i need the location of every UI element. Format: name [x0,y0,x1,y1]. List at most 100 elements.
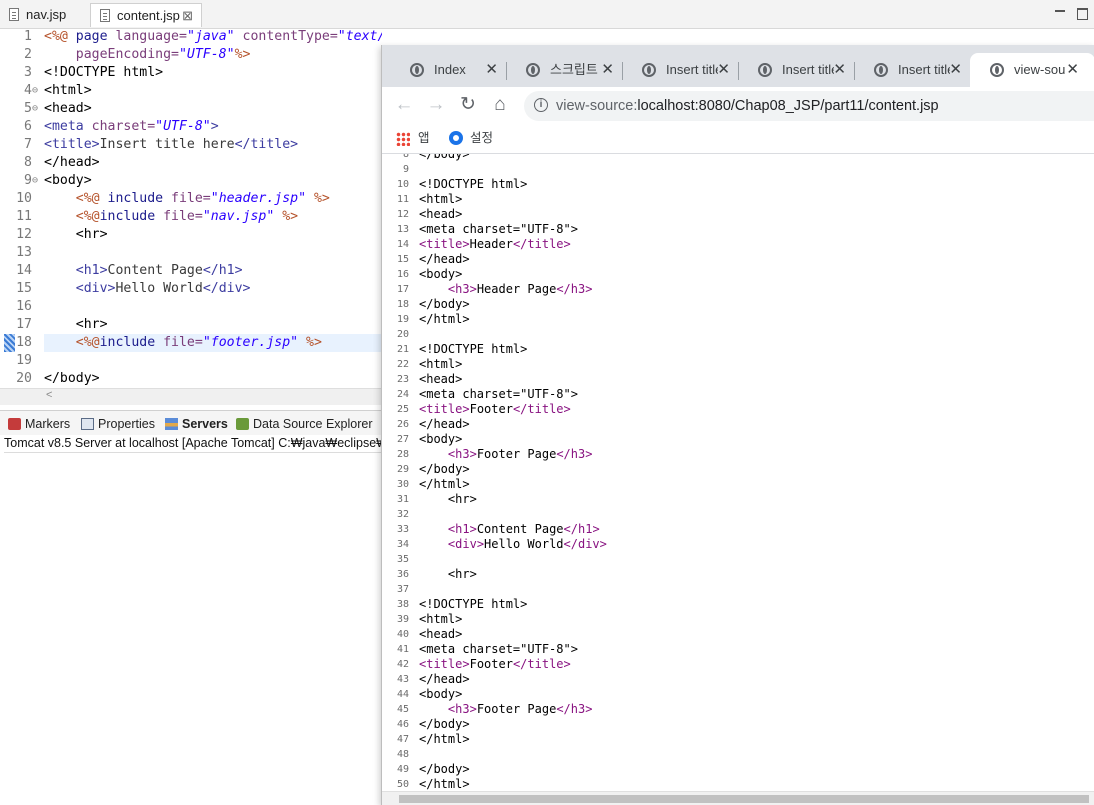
maximize-button[interactable] [1077,8,1088,20]
source-line-number: 15 [396,254,409,265]
source-line-code: <body> [419,267,463,281]
source-line-number: 36 [396,569,409,580]
source-line-number: 27 [396,434,409,445]
fold-icon[interactable]: ⊖ [32,172,38,190]
source-line-code: <html> [419,192,463,206]
line-number: 14 [16,263,32,278]
source-line-number: 47 [396,734,409,745]
server-status-line[interactable]: Tomcat v8.5 Server at localhost [Apache … [4,434,382,453]
source-line-number: 37 [396,584,409,595]
view-source-content[interactable]: 8 </body> 9 10 <!DOCTYPE html> 11 <html> 12 <hea… [382,154,1094,791]
tab-servers[interactable]: Servers [162,415,228,433]
source-line-code: </head> [419,252,470,266]
source-line-number: 33 [396,524,409,535]
close-tab-icon[interactable]: ✕ [485,53,498,87]
minimize-button[interactable] [1055,4,1066,15]
bookmark-apps[interactable]: 앱 [396,128,430,148]
close-tab-icon[interactable]: ✕ [833,53,846,87]
source-line-code: <!DOCTYPE html> [419,177,528,191]
code-editor[interactable]: 1 <%@ page language="java" contentType="t… [0,28,382,388]
source-line-number: 32 [396,509,409,520]
code-line: 15 <div>Hello World</div> [0,280,382,298]
source-line-code: <hr> [419,492,477,506]
markers-icon [8,418,21,430]
editor-horizontal-scrollbar[interactable]: < [0,388,382,405]
source-line-code: <div>Hello World</div> [447,537,607,551]
source-line-code: </html> [419,477,470,491]
line-number: 12 [16,227,32,242]
source-line-number: 23 [396,374,409,385]
source-line-code: <meta charset="UTF-8"> [419,642,578,656]
scroll-left-icon[interactable]: < [46,389,52,401]
source-line-number: 48 [396,749,409,760]
fold-icon[interactable]: ⊖ [32,82,38,100]
browser-tab-view-source[interactable]: view-sou ✕ [970,53,1094,87]
source-line-code: <hr> [419,567,477,581]
tab-nav-jsp[interactable]: nav.jsp [0,3,86,27]
source-line-code: <title>Footer</title> [419,657,571,671]
browser-tab-script[interactable]: 스크립트 ✕ [506,53,623,87]
close-tab-icon[interactable]: ✕ [949,53,962,87]
tab-markers[interactable]: Markers [5,415,70,433]
back-icon[interactable]: ← [394,95,414,115]
source-line-number: 11 [396,194,409,205]
code-line: 19 [0,352,382,370]
source-line-number: 19 [396,314,409,325]
source-line-number: 26 [396,419,409,430]
address-bar[interactable]: i view-source:localhost:8080/Chap08_JSP/… [524,91,1094,121]
close-tab-icon[interactable]: ✕ [717,53,730,87]
home-icon[interactable]: ⌂ [490,95,510,115]
source-line-code: </body> [419,462,470,476]
code-line: 6 <meta charset="UTF-8"> [0,118,382,136]
close-icon[interactable]: ⊠ [182,4,193,28]
source-line-number: 41 [396,644,409,655]
source-horizontal-scrollbar[interactable] [382,791,1094,805]
source-line-number: 44 [396,689,409,700]
line-number: 2 [24,47,32,62]
browser-tab-insert-title-3[interactable]: Insert title ✕ [854,53,970,87]
properties-icon [81,418,94,430]
browser-tab-index[interactable]: Index ✕ [390,53,507,87]
bottom-panel-tabs: Markers Properties Servers Data Source E… [0,410,382,435]
forward-icon[interactable]: → [426,95,446,115]
tab-data-source-explorer[interactable]: Data Source Explorer [233,415,373,433]
reload-icon[interactable]: ↻ [458,95,478,115]
url-text: localhost:8080/Chap08_JSP/part11/content… [637,98,939,114]
bookmarks-bar: 앱 설정 [382,125,1094,154]
tab-content-jsp[interactable]: content.jsp ⊠ [90,3,202,27]
source-line-code: <meta charset="UTF-8"> [419,387,578,401]
source-line-number: 10 [396,179,409,190]
line-number: 18 [16,335,32,350]
line-number: 11 [16,209,32,224]
close-tab-icon[interactable]: ✕ [1066,53,1079,87]
browser-tab-strip: Index ✕ 스크립트 ✕ Insert title ✕ Insert title ✕… [382,45,1094,87]
code-line: 11 <%@include file="nav.jsp" %> [0,208,382,226]
info-icon[interactable]: i [534,98,548,112]
browser-tab-insert-title-1[interactable]: Insert title ✕ [622,53,739,87]
jsp-file-icon [9,8,19,21]
line-number: 1 [24,29,32,44]
browser-tab-insert-title-2[interactable]: Insert title ✕ [738,53,855,87]
scrollbar-thumb[interactable] [399,795,1089,803]
tab-properties[interactable]: Properties [78,415,155,433]
source-line-code: </html> [419,777,470,791]
source-line-number: 34 [396,539,409,550]
close-tab-icon[interactable]: ✕ [601,53,614,87]
source-line-code: </html> [419,732,470,746]
code-line: 14 <h1>Content Page</h1> [0,262,382,280]
source-line-number: 50 [396,779,409,790]
code-line: 16 [0,298,382,316]
line-number: 8 [24,155,32,170]
source-line-code: <h3>Footer Page</h3> [447,702,593,716]
source-line-number: 49 [396,764,409,775]
source-line-number: 9 [402,164,409,175]
code-line: 20 </body> [0,370,382,388]
source-line-number: 38 [396,599,409,610]
source-line-code: </body> [419,154,470,161]
fold-icon[interactable]: ⊖ [32,100,38,118]
source-line-code: <head> [419,627,463,641]
source-line-number: 18 [396,299,409,310]
bookmark-settings[interactable]: 설정 [448,128,493,148]
code-line: 13 [0,244,382,262]
source-line-code: </body> [419,297,470,311]
